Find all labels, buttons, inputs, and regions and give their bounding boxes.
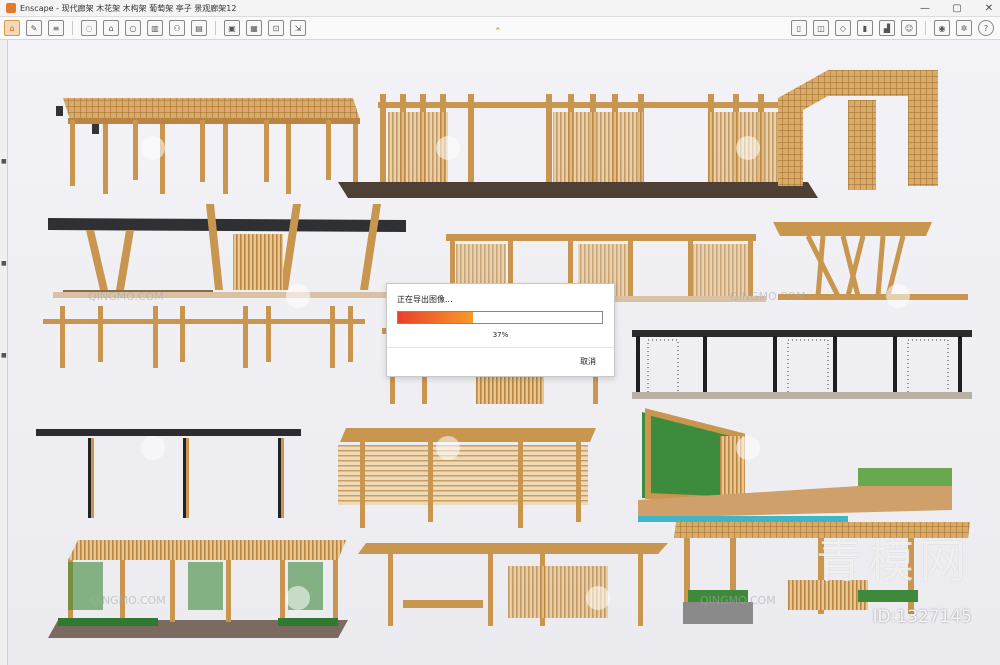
watermark-id: ID:1327145 [872,607,972,627]
group-icon[interactable]: ⚇ [169,20,185,36]
tag-icon[interactable]: ✎ [26,20,42,36]
maximize-button[interactable]: ▢ [950,3,964,14]
pergola-model [48,204,406,298]
settings-icon[interactable]: ✲ [956,20,972,36]
pergola-model [358,543,668,626]
watermark-text: QINGMO.COM [88,290,164,303]
watermark-text: QINGMO.COM [700,594,776,607]
minimize-button[interactable]: — [918,3,932,14]
progress-percent: 37% [492,331,509,339]
batch-export-icon[interactable]: ▦ [246,20,262,36]
watermark-logo: 青模网 [816,534,972,588]
panorama-icon[interactable]: ⊡ [268,20,284,36]
eye-icon[interactable]: ◉ [934,20,950,36]
watermark-text: QINGMO.COM [90,594,166,607]
cancel-button[interactable]: 取消 [580,356,596,367]
pergola-model [773,222,968,300]
title-bar: Enscape - 现代廊架 木花架 木构架 葡萄架 亭子 景观廊架12 — ▢… [0,0,1000,17]
help-icon[interactable]: ? [978,20,994,36]
progress-bar [397,311,603,324]
left-panel-strip: ■ ■ ■ [0,40,8,665]
image-export-icon[interactable]: ▣ [224,20,240,36]
toolbar-separator [72,21,73,35]
window-title: Enscape - 现代廊架 木花架 木构架 葡萄架 亭子 景观廊架12 [20,3,237,13]
export-progress-dialog: 正在导出图像... 37% 取消 [386,283,615,377]
pergola-model [36,429,301,518]
close-button[interactable]: ✕ [982,3,996,14]
strip-mark: ■ [1,352,7,359]
pergola-model [632,330,972,399]
toolbar-right: ▯ ◫ ◇ ▮ ▟ ☺ ◉ ✲ ? [791,17,994,39]
toolbar-separator [925,21,926,35]
pergola-model [338,70,938,198]
bim-icon[interactable]: ≡ [48,20,64,36]
pergola-model [56,98,360,194]
film-icon[interactable]: ▤ [191,20,207,36]
toolbar-separator [215,21,216,35]
bulb-icon[interactable]: ○ [125,20,141,36]
pergola-model [43,306,365,368]
window-controls: — ▢ ✕ [918,0,996,16]
book-icon[interactable]: ▯ [791,20,807,36]
house-icon[interactable]: ⌂ [103,20,119,36]
export-icon[interactable]: ⇲ [290,20,306,36]
dialog-divider [387,347,614,348]
strip-mark: ■ [1,260,7,267]
enscape-icon [6,3,16,13]
building-settings-icon[interactable]: ▟ [879,20,895,36]
progress-fill [398,312,474,323]
screenshot-icon[interactable]: ◫ [813,20,829,36]
assets-icon[interactable]: ◌ [81,20,97,36]
collapse-chevron-icon[interactable]: ⌃ [494,27,502,37]
dialog-title: 正在导出图像... [397,295,453,304]
building-icon[interactable]: ▥ [147,20,163,36]
cube-icon[interactable]: ◇ [835,20,851,36]
toolbar-left: ⌂ ✎ ≡ ◌ ⌂ ○ ▥ ⚇ ▤ ▣ ▦ ⊡ ⇲ [0,20,306,36]
pergola-model [338,428,596,528]
strip-mark: ■ [1,158,7,165]
watermark-text: QINGMO.COM [730,290,806,303]
user-icon[interactable]: ☺ [901,20,917,36]
pergola-model [638,408,952,522]
home-icon[interactable]: ⌂ [4,20,20,36]
chart-icon[interactable]: ▮ [857,20,873,36]
